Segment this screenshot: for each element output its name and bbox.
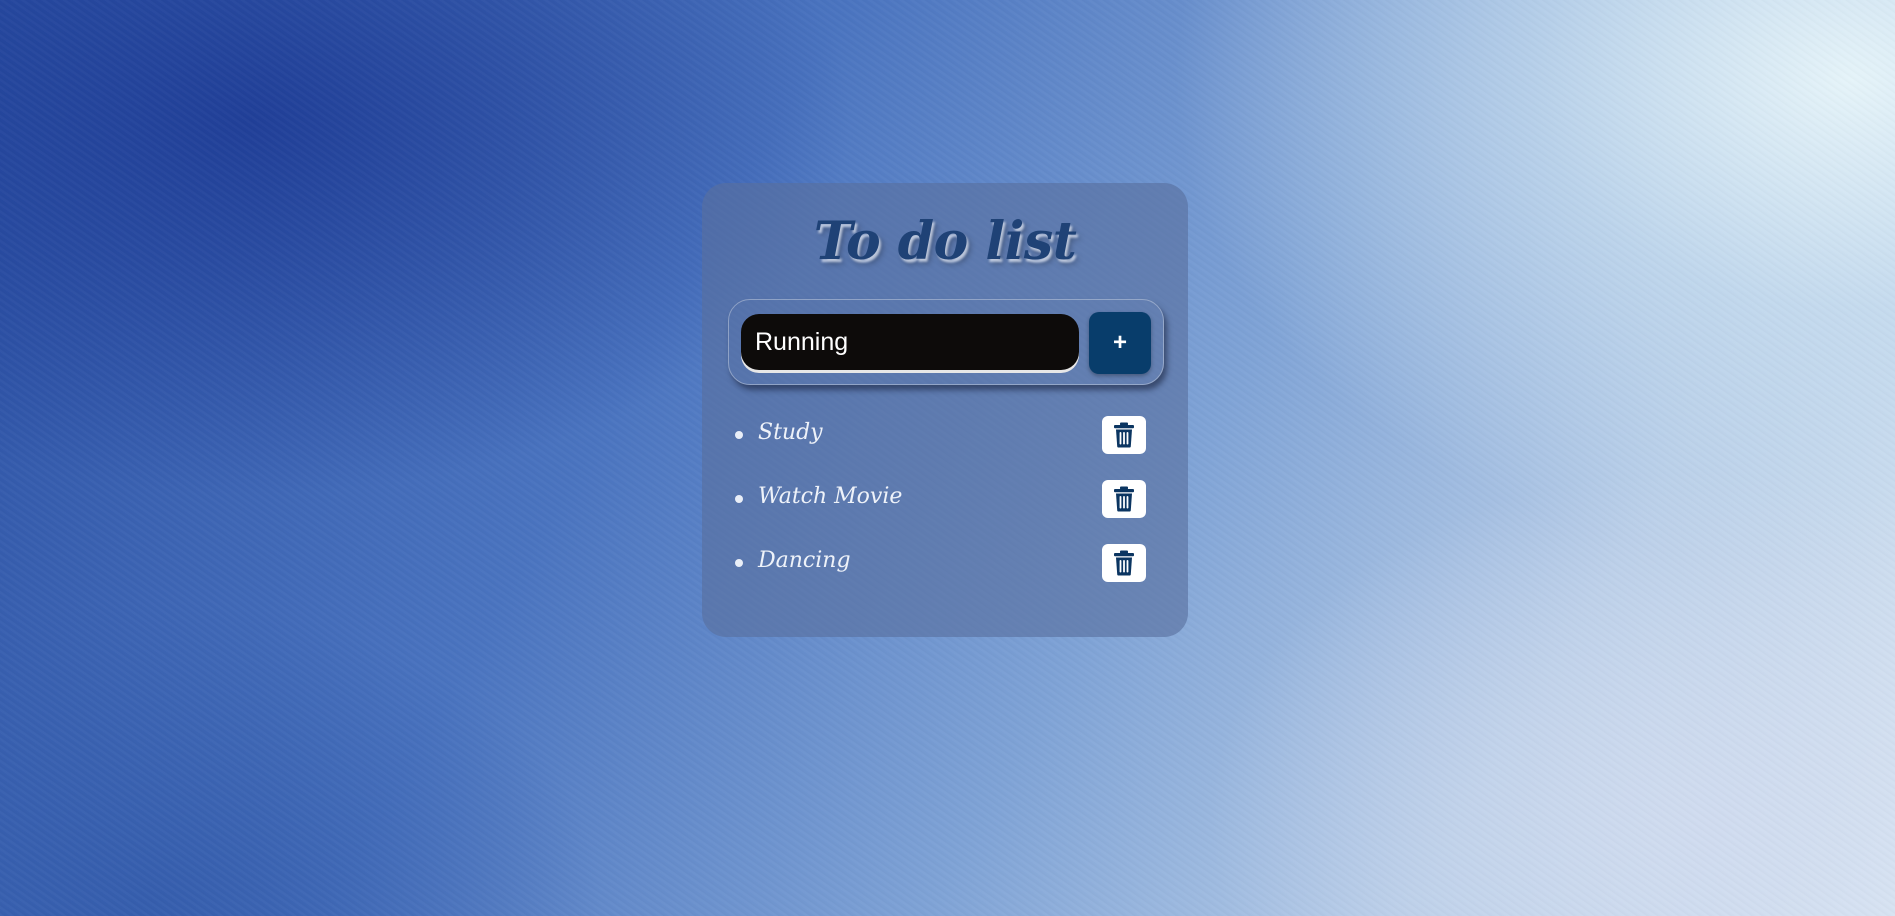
bullet [735, 495, 743, 503]
task-label: Watch Movie [758, 484, 903, 509]
delete-task-button[interactable] [1102, 544, 1146, 582]
task-input[interactable] [741, 314, 1079, 370]
page-title: To do list [813, 211, 1077, 272]
delete-task-button[interactable] [1102, 480, 1146, 518]
bullet [735, 431, 743, 439]
task-label: Study [758, 420, 823, 445]
task-label: Dancing [758, 548, 851, 573]
trash-icon [1113, 486, 1135, 512]
task-item: Watch Movie [732, 480, 1162, 520]
task-item: Dancing [732, 544, 1162, 584]
trash-icon [1113, 422, 1135, 448]
trash-icon [1113, 550, 1135, 576]
todo-card: To do list + Study [702, 183, 1188, 637]
add-task-button[interactable]: + [1089, 312, 1151, 374]
task-list: Study Watch Movie Dancing [732, 416, 1162, 608]
task-item: Study [732, 416, 1162, 456]
delete-task-button[interactable] [1102, 416, 1146, 454]
bullet [735, 559, 743, 567]
add-task-form: + [728, 299, 1164, 385]
